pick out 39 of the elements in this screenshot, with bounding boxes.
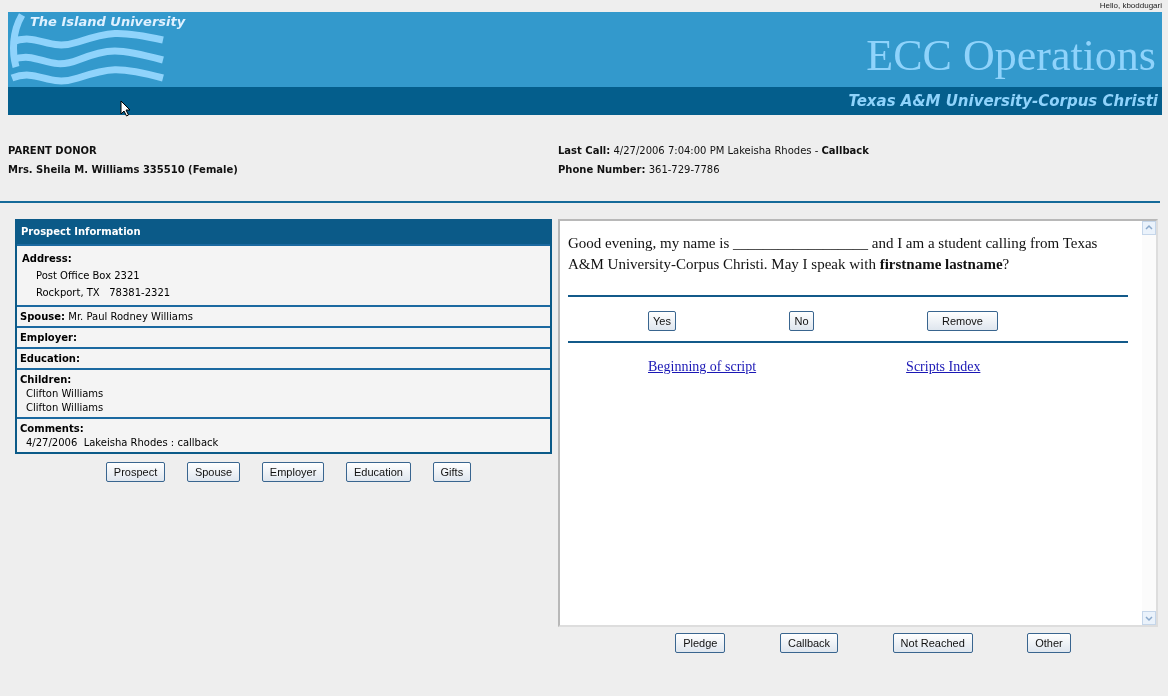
script-text: Good evening, my name is __________________ and I am a student calling from Texas A&M University-Corpus Christi. May I speak with firstname lastname?	[568, 234, 1099, 274]
outcome-button[interactable]: Not Reached	[892, 633, 973, 653]
field-row-text: Employer:	[20, 332, 78, 343]
mouse-cursor-icon	[120, 100, 131, 117]
greeting: Hello, kboddugari	[1099, 0, 1162, 12]
app-title: ECC Operations	[866, 30, 1157, 82]
field-value: Clifton Williams	[25, 388, 105, 399]
scrollbar[interactable]	[1142, 221, 1156, 625]
answer-button[interactable]: Yes	[648, 311, 676, 331]
tab-button[interactable]: Education	[345, 462, 411, 482]
donor-name: Mrs. Sheila M. Williams 335510 (Female)	[8, 164, 239, 175]
tab-button[interactable]: Gifts	[432, 462, 472, 482]
field-label: Address:	[22, 253, 73, 264]
answer-button[interactable]: No	[789, 311, 814, 331]
field-value: Clifton Williams	[25, 402, 105, 413]
field-row-text: Spouse: Mr. Paul Rodney Williams	[20, 311, 194, 322]
script-link[interactable]: Scripts Index	[906, 359, 981, 375]
tab-button[interactable]: Prospect	[105, 462, 166, 482]
field-label: Children:	[20, 374, 73, 385]
panel-title: Prospect Information	[17, 219, 550, 244]
university-name: Texas A&M University-Corpus Christi	[848, 92, 1158, 110]
outcome-button[interactable]: Callback	[779, 633, 839, 653]
call-info: Phone Number: 361-729-7786	[558, 164, 721, 175]
outcome-button[interactable]: Pledge	[675, 633, 726, 653]
field-value: Post Office Box 2321	[35, 270, 141, 281]
field-value: 4/27/2006 Lakeisha Rhodes : callback	[25, 437, 220, 448]
field-row-text: Education:	[20, 353, 81, 364]
outcome-button[interactable]: Other	[1027, 633, 1071, 653]
scroll-down-icon[interactable]	[1142, 611, 1156, 625]
tab-button[interactable]: Employer	[261, 462, 325, 482]
donor-type: PARENT DONOR	[8, 145, 98, 156]
script-link[interactable]: Beginning of script	[648, 359, 757, 375]
scroll-up-icon[interactable]	[1142, 221, 1156, 235]
answer-button[interactable]: Remove	[927, 311, 998, 331]
call-info: Last Call: 4/27/2006 7:04:00 PM Lakeisha Rhodes - Callback	[558, 145, 870, 156]
tab-button[interactable]: Spouse	[186, 462, 241, 482]
field-label: Comments:	[20, 423, 85, 434]
logo-text: The Island University	[30, 14, 186, 29]
field-value: Rockport, TX 78381-2321	[35, 287, 172, 298]
